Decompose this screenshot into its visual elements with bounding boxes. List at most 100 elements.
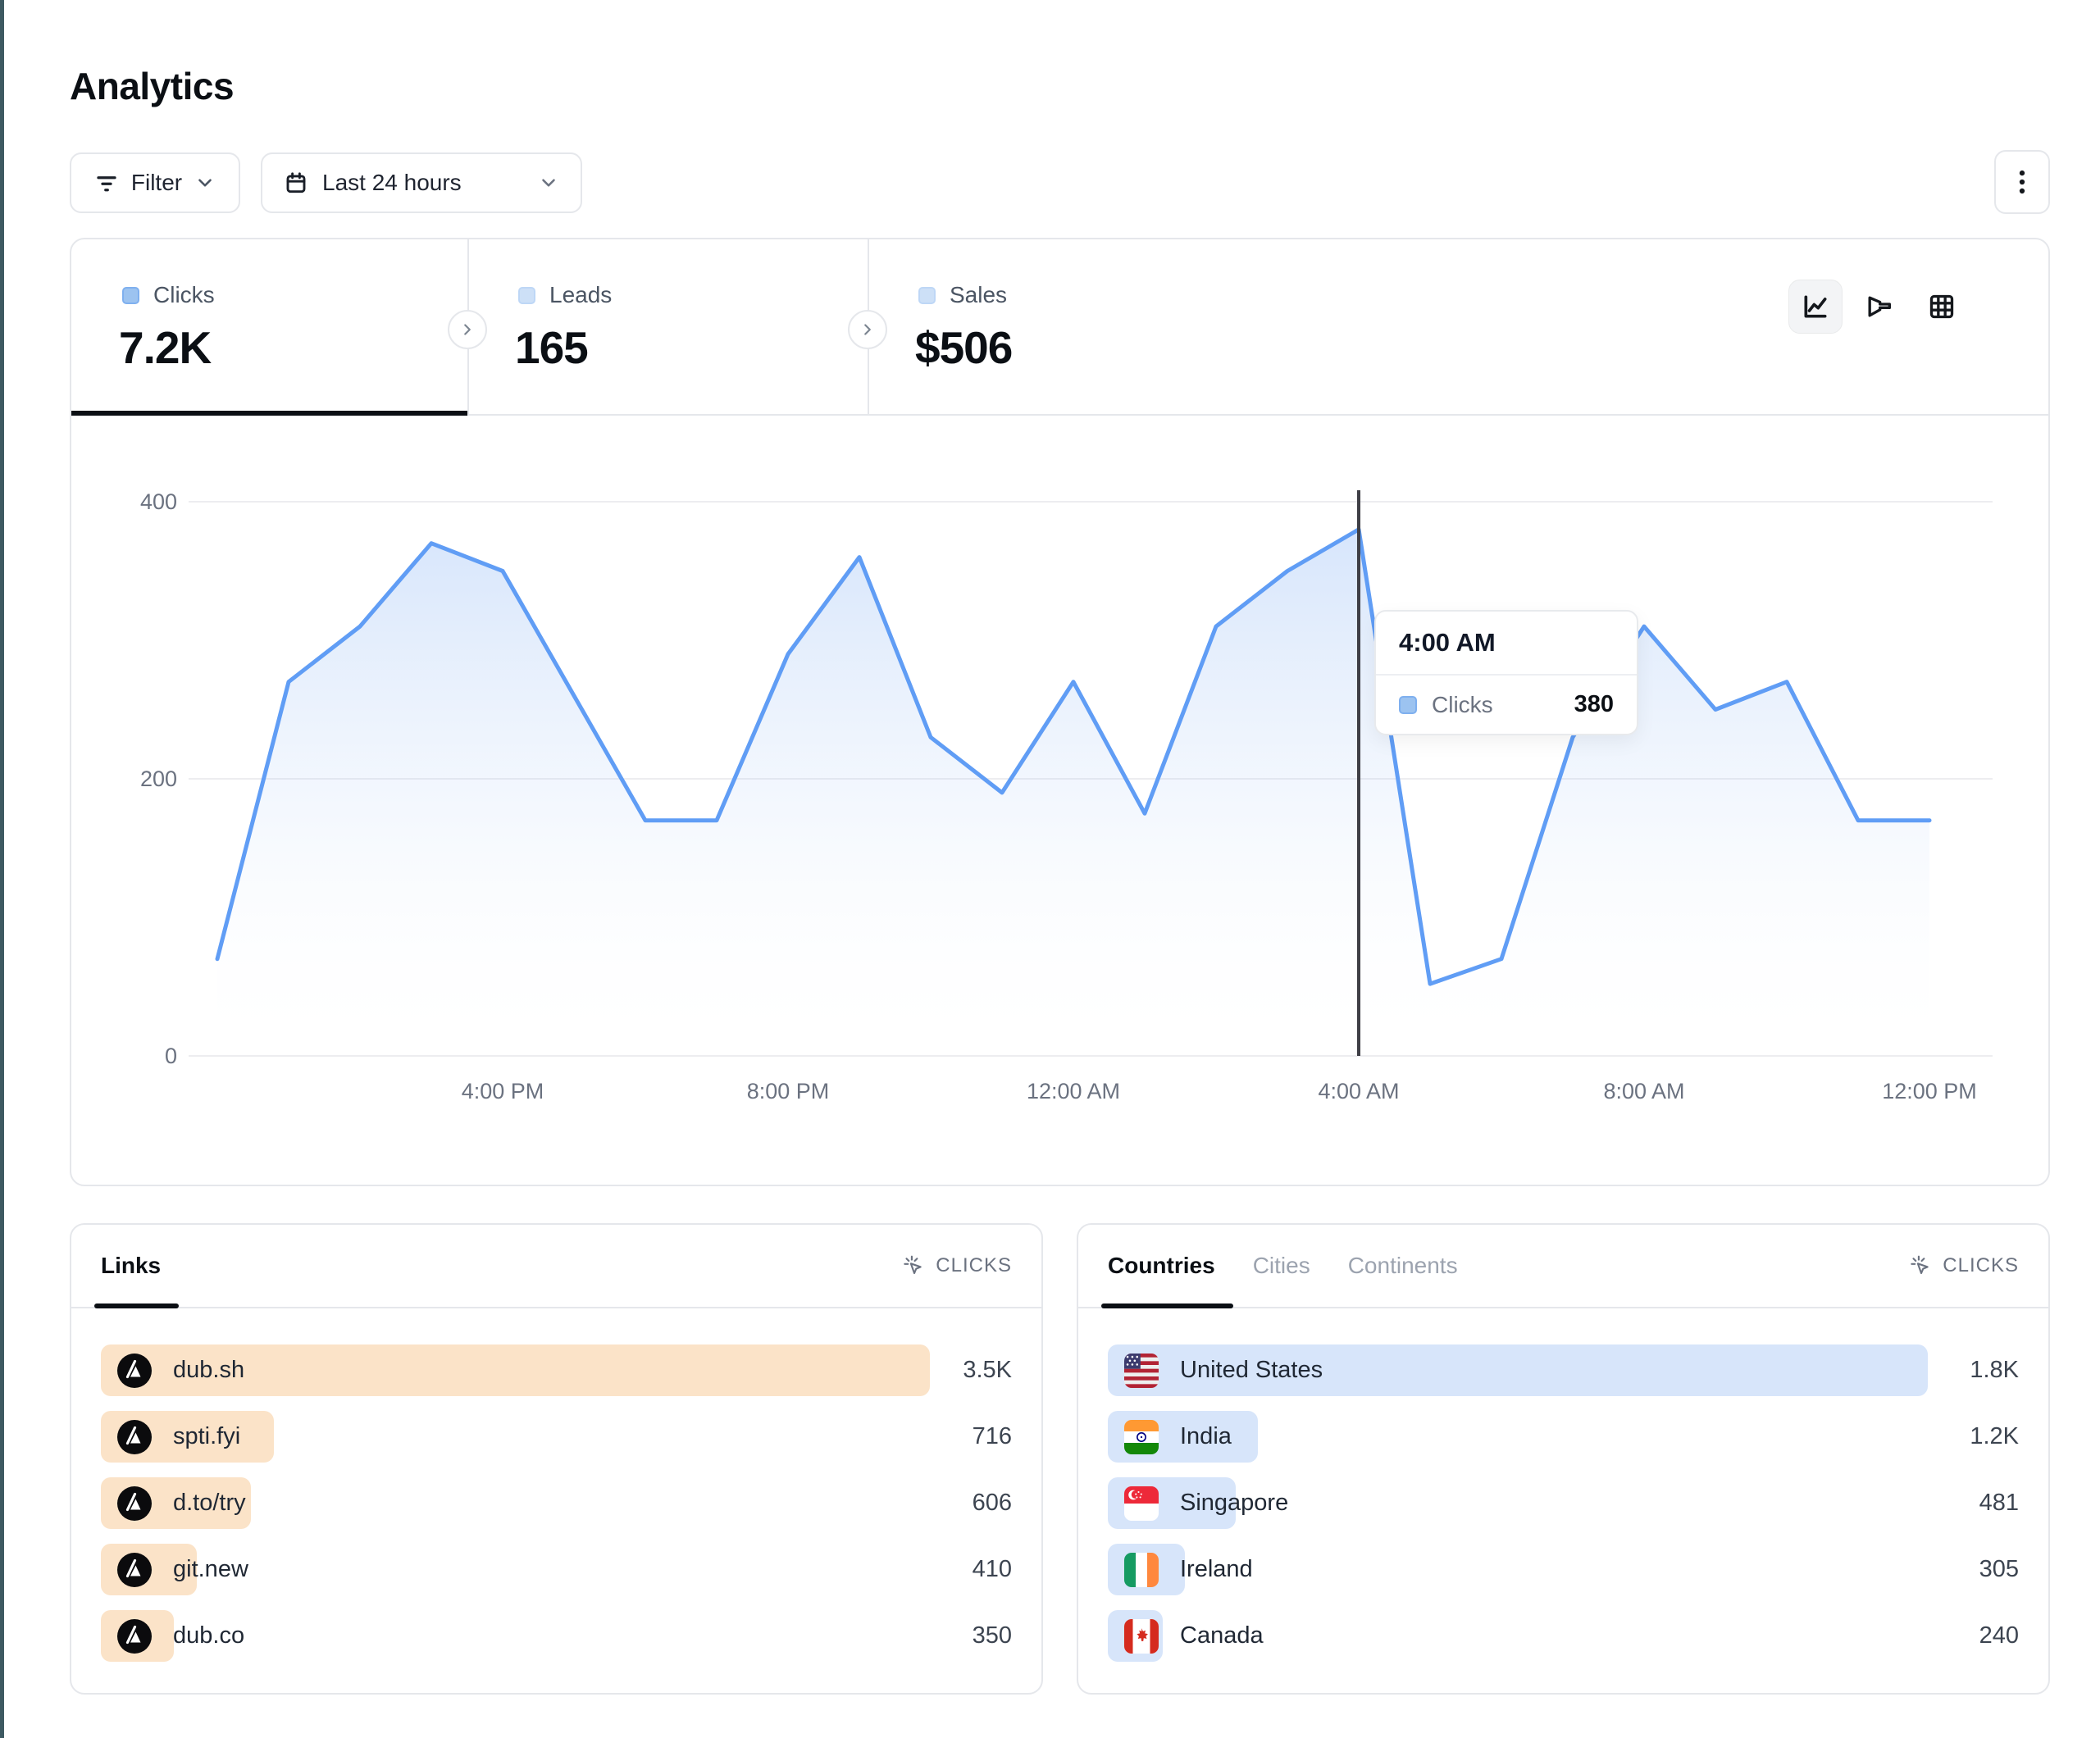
tab-links[interactable]: Links [101, 1225, 161, 1307]
link-label: git.new [173, 1556, 248, 1583]
flag-ie-icon [1124, 1553, 1159, 1587]
svg-text:12:00 AM: 12:00 AM [1027, 1079, 1120, 1103]
dub-logo-icon [117, 1486, 152, 1521]
link-row[interactable]: git.new 410 [101, 1544, 1012, 1595]
date-range-button[interactable]: Last 24 hours [261, 152, 582, 213]
more-options-button[interactable] [1994, 150, 2050, 214]
sales-legend-square [918, 287, 936, 304]
country-row[interactable]: Canada 240 [1108, 1610, 2019, 1662]
country-row[interactable]: Singapore 481 [1108, 1477, 2019, 1529]
link-clicks-value: 716 [973, 1411, 1012, 1463]
svg-text:0: 0 [165, 1044, 177, 1068]
svg-text:200: 200 [140, 767, 177, 791]
country-row[interactable]: Ireland 305 [1108, 1544, 2019, 1595]
svg-text:12:00 PM: 12:00 PM [1882, 1079, 1977, 1103]
chevron-down-icon [538, 172, 559, 193]
clicks-tab-label: Clicks [153, 282, 215, 308]
filter-button[interactable]: Filter [70, 152, 240, 213]
leads-total-value: 165 [515, 321, 588, 374]
country-label: Ireland [1180, 1556, 1253, 1583]
link-row[interactable]: d.to/try 606 [101, 1477, 1012, 1529]
links-list: dub.sh 3.5K spti.fyi 716 [101, 1344, 1012, 1677]
page-title: Analytics [70, 64, 234, 108]
country-clicks-value: 1.2K [1970, 1411, 2019, 1463]
link-row[interactable]: spti.fyi 716 [101, 1411, 1012, 1463]
links-metric-label: CLICKS [936, 1254, 1012, 1277]
link-label: dub.co [173, 1622, 244, 1649]
link-row[interactable]: dub.sh 3.5K [101, 1344, 1012, 1396]
expand-clicks-button[interactable] [448, 310, 487, 349]
clicks-area-chart[interactable]: 02004004:00 PM8:00 PM12:00 AM4:00 AM8:00… [98, 443, 2009, 1123]
link-clicks-value: 606 [973, 1477, 1012, 1529]
country-clicks-value: 240 [1979, 1610, 2019, 1662]
line-chart-view-button[interactable] [1788, 280, 1843, 334]
chevron-right-icon [859, 321, 877, 339]
country-label: Canada [1180, 1622, 1264, 1649]
metric-tabs-row: Clicks 7.2K Leads 165 Sales $506 [71, 239, 2048, 416]
country-row[interactable]: United States 1.8K [1108, 1344, 2019, 1396]
link-row[interactable]: dub.co 350 [101, 1610, 1012, 1662]
continents-tab-label: Continents [1348, 1253, 1458, 1279]
dub-logo-icon [117, 1354, 152, 1388]
country-row[interactable]: India 1.2K [1108, 1411, 2019, 1463]
link-label: dub.sh [173, 1357, 244, 1384]
cursor-click-icon [1907, 1253, 1932, 1278]
active-tab-underline [71, 411, 467, 416]
countries-metric-header[interactable]: CLICKS [1907, 1253, 2019, 1278]
countries-panel: Countries Cities Continents CLICKS [1077, 1223, 2050, 1695]
country-clicks-value: 305 [1979, 1544, 2019, 1595]
sales-tab-label: Sales [950, 282, 1007, 308]
svg-text:4:00 AM: 4:00 AM [1318, 1079, 1399, 1103]
svg-text:8:00 AM: 8:00 AM [1603, 1079, 1684, 1103]
links-panel: Links CLICKS dub.sh 3 [70, 1223, 1043, 1695]
leads-tab-label: Leads [549, 282, 612, 308]
link-label: d.to/try [173, 1490, 246, 1517]
svg-text:400: 400 [140, 489, 177, 514]
flag-us-icon [1124, 1354, 1159, 1388]
country-clicks-value: 481 [1979, 1477, 2019, 1529]
link-clicks-value: 410 [973, 1544, 1012, 1595]
clicks-legend-square [122, 287, 139, 304]
tab-sales[interactable]: Sales $506 [868, 239, 1294, 414]
flag-ca-icon [1124, 1619, 1159, 1654]
calendar-icon [284, 171, 308, 195]
tab-cities[interactable]: Cities [1253, 1225, 1310, 1307]
dub-logo-icon [117, 1619, 152, 1654]
cities-tab-label: Cities [1253, 1253, 1310, 1279]
analytics-page: Analytics Filter Last 24 hours [0, 0, 2100, 1738]
country-label: Singapore [1180, 1490, 1288, 1517]
dub-logo-icon [117, 1420, 152, 1454]
date-range-label: Last 24 hours [322, 170, 462, 196]
country-label: India [1180, 1423, 1232, 1450]
links-metric-header[interactable]: CLICKS [900, 1253, 1012, 1278]
kebab-menu-icon [2010, 168, 2034, 196]
svg-text:8:00 PM: 8:00 PM [747, 1079, 830, 1103]
funnel-view-button[interactable] [1852, 280, 1906, 334]
cursor-click-icon [900, 1253, 925, 1278]
link-label: spti.fyi [173, 1423, 240, 1450]
countries-metric-label: CLICKS [1943, 1254, 2019, 1277]
chart-tooltip: 4:00 AM Clicks 380 [1374, 610, 1638, 735]
dub-logo-icon [117, 1553, 152, 1587]
tab-clicks[interactable]: Clicks 7.2K [71, 239, 467, 414]
chevron-right-icon [458, 321, 476, 339]
link-clicks-value: 350 [973, 1610, 1012, 1662]
tab-continents[interactable]: Continents [1348, 1225, 1458, 1307]
countries-list: United States 1.8K India 1.2K [1108, 1344, 2019, 1677]
countries-tab-label: Countries [1108, 1253, 1215, 1279]
filter-lines-icon [94, 171, 119, 195]
flag-in-icon [1124, 1420, 1159, 1454]
tab-countries[interactable]: Countries [1108, 1225, 1215, 1307]
clicks-legend-square [1399, 696, 1417, 714]
links-tab-label: Links [101, 1253, 161, 1279]
table-view-button[interactable] [1915, 280, 1969, 334]
chevron-down-icon [194, 172, 216, 193]
link-clicks-value: 3.5K [963, 1344, 1012, 1396]
filter-button-label: Filter [131, 170, 182, 196]
tooltip-value: 380 [1574, 691, 1614, 718]
tooltip-time: 4:00 AM [1376, 612, 1637, 676]
tab-leads[interactable]: Leads 165 [467, 239, 868, 414]
expand-leads-button[interactable] [848, 310, 887, 349]
country-label: United States [1180, 1357, 1323, 1384]
clicks-total-value: 7.2K [119, 321, 211, 374]
